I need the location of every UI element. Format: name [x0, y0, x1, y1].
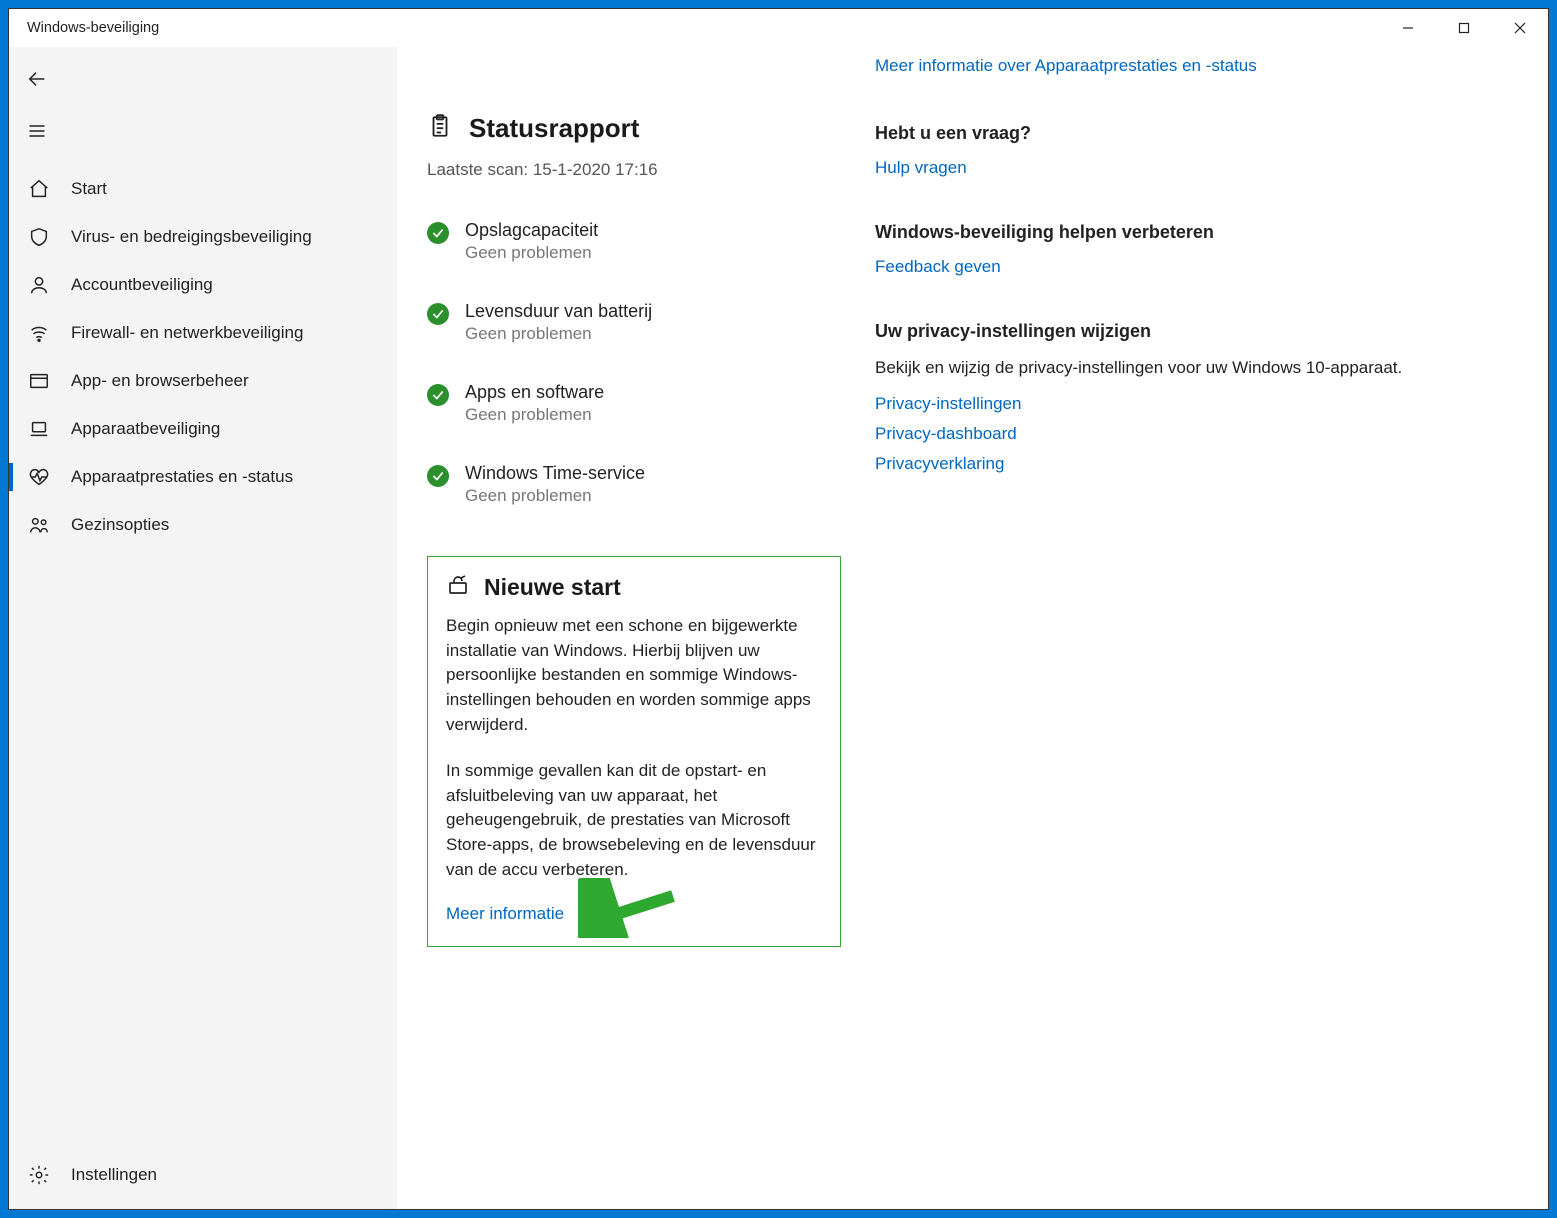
get-help-link[interactable]: Hulp vragen	[875, 158, 1508, 178]
fresh-start-icon	[446, 573, 470, 602]
status-item-title: Apps en software	[465, 382, 604, 403]
minimize-button[interactable]	[1380, 9, 1436, 47]
sidebar-item-label: Accountbeveiliging	[71, 275, 213, 295]
fresh-paragraph-2: In sommige gevallen kan dit de opstart- …	[446, 759, 822, 882]
privacy-settings-link[interactable]: Privacy-instellingen	[875, 394, 1508, 414]
sidebar-item-appbrowser[interactable]: App- en browserbeheer	[9, 357, 397, 405]
status-item-sub: Geen problemen	[465, 405, 604, 425]
laptop-icon	[27, 418, 51, 440]
status-item-sub: Geen problemen	[465, 486, 645, 506]
sidebar-item-start[interactable]: Start	[9, 165, 397, 213]
sidebar-item-label: Instellingen	[71, 1165, 157, 1185]
window-controls	[1380, 9, 1548, 47]
fresh-more-info-link[interactable]: Meer informatie	[446, 904, 564, 923]
network-icon	[27, 322, 51, 344]
sidebar-item-settings[interactable]: Instellingen	[9, 1151, 397, 1199]
status-item-title: Windows Time-service	[465, 463, 645, 484]
sidebar-item-account[interactable]: Accountbeveiliging	[9, 261, 397, 309]
status-item-battery: Levensduur van batterij Geen problemen	[427, 301, 841, 344]
titlebar: Windows-beveiliging	[9, 9, 1548, 47]
status-item-sub: Geen problemen	[465, 243, 598, 263]
sidebar-item-label: Start	[71, 179, 107, 199]
status-item-sub: Geen problemen	[465, 324, 652, 344]
window-icon	[27, 370, 51, 392]
shield-icon	[27, 226, 51, 248]
clipboard-icon	[427, 113, 453, 144]
nav-list: Start Virus- en bedreigingsbeveiliging A…	[9, 165, 397, 1151]
improve-heading: Windows-beveiliging helpen verbeteren	[875, 222, 1508, 243]
privacy-dashboard-link[interactable]: Privacy-dashboard	[875, 424, 1508, 444]
main-area: Statusrapport Laatste scan: 15-1-2020 17…	[397, 47, 1548, 1209]
heart-pulse-icon	[27, 466, 51, 488]
more-info-device-link[interactable]: Meer informatie over Apparaatprestaties …	[875, 53, 1508, 79]
gear-icon	[27, 1164, 51, 1186]
privacy-heading: Uw privacy-instellingen wijzigen	[875, 321, 1508, 342]
sidebar-item-label: Apparaatbeveiliging	[71, 419, 220, 439]
last-scan-text: Laatste scan: 15-1-2020 17:16	[427, 160, 841, 180]
person-icon	[27, 274, 51, 296]
home-icon	[27, 178, 51, 200]
sidebar-item-label: App- en browserbeheer	[71, 371, 249, 391]
back-button[interactable]	[11, 53, 63, 105]
fresh-paragraph-1: Begin opnieuw met een schone en bijgewer…	[446, 614, 822, 737]
check-icon	[427, 465, 449, 487]
window-title: Windows-beveiliging	[27, 20, 159, 36]
privacy-statement-link[interactable]: Privacyverklaring	[875, 454, 1508, 474]
status-heading: Statusrapport	[469, 113, 639, 144]
hamburger-button[interactable]	[11, 105, 63, 157]
sidebar-item-family[interactable]: Gezinsopties	[9, 501, 397, 549]
sidebar: Start Virus- en bedreigingsbeveiliging A…	[9, 47, 397, 1209]
status-item-time: Windows Time-service Geen problemen	[427, 463, 841, 506]
app-window: Windows-beveiliging	[8, 8, 1549, 1210]
privacy-paragraph: Bekijk en wijzig de privacy-instellingen…	[875, 356, 1508, 381]
sidebar-item-label: Firewall- en netwerkbeveiliging	[71, 323, 303, 343]
check-icon	[427, 222, 449, 244]
fresh-start-box: Nieuwe start Begin opnieuw met een schon…	[427, 556, 841, 947]
status-item-storage: Opslagcapaciteit Geen problemen	[427, 220, 841, 263]
question-heading: Hebt u een vraag?	[875, 123, 1508, 144]
status-item-apps: Apps en software Geen problemen	[427, 382, 841, 425]
check-icon	[427, 303, 449, 325]
sidebar-item-virus[interactable]: Virus- en bedreigingsbeveiliging	[9, 213, 397, 261]
sidebar-item-label: Apparaatprestaties en -status	[71, 467, 293, 487]
close-button[interactable]	[1492, 9, 1548, 47]
sidebar-item-firewall[interactable]: Firewall- en netwerkbeveiliging	[9, 309, 397, 357]
sidebar-item-label: Gezinsopties	[71, 515, 169, 535]
family-icon	[27, 514, 51, 536]
maximize-button[interactable]	[1436, 9, 1492, 47]
feedback-link[interactable]: Feedback geven	[875, 257, 1508, 277]
fresh-heading: Nieuwe start	[484, 574, 621, 601]
status-heading-row: Statusrapport	[427, 113, 841, 144]
check-icon	[427, 384, 449, 406]
sidebar-item-device-perf[interactable]: Apparaatprestaties en -status	[9, 453, 397, 501]
sidebar-item-device-security[interactable]: Apparaatbeveiliging	[9, 405, 397, 453]
annotation-arrow-icon	[578, 878, 678, 938]
sidebar-item-label: Virus- en bedreigingsbeveiliging	[71, 227, 312, 247]
status-item-title: Levensduur van batterij	[465, 301, 652, 322]
status-item-title: Opslagcapaciteit	[465, 220, 598, 241]
